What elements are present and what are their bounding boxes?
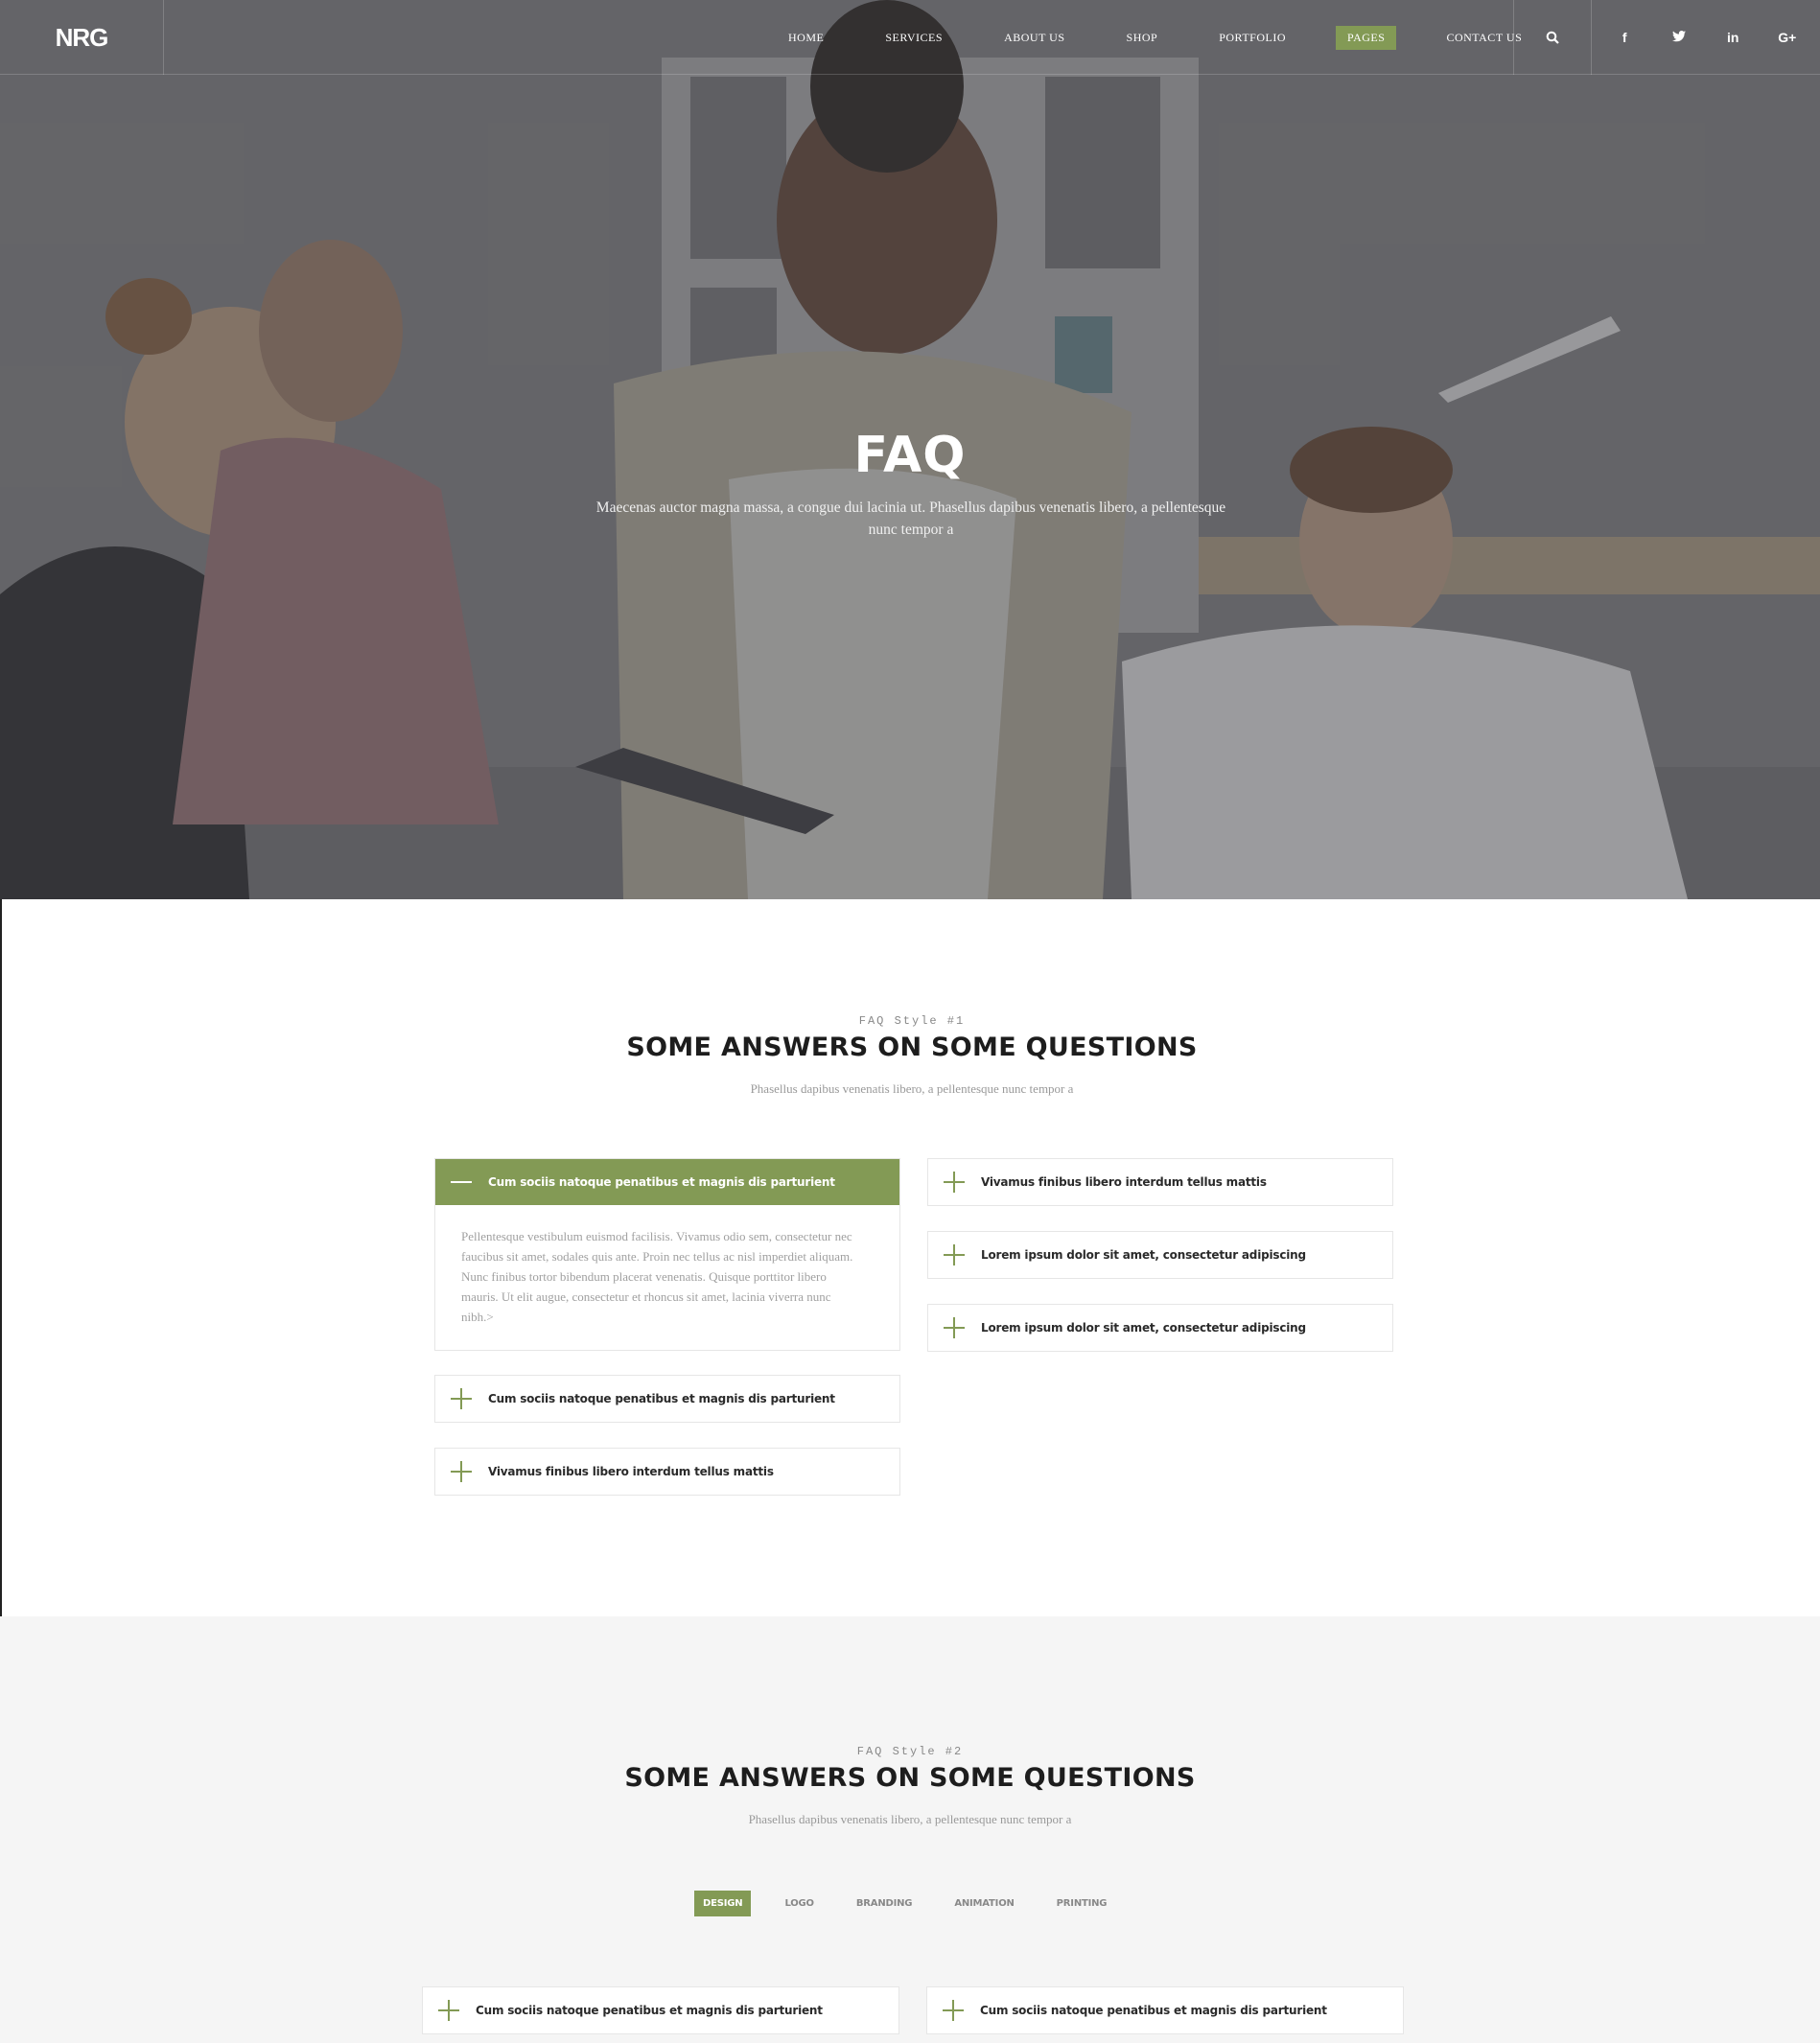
tab-branding[interactable]: BRANDING (848, 1891, 921, 1916)
nav-portfolio[interactable]: PORTFOLIO (1207, 26, 1297, 50)
linkedin-icon[interactable]: in (1714, 30, 1752, 45)
faq-question-header[interactable]: Lorem ipsum dolor sit amet, consectetur … (928, 1305, 1392, 1351)
faq-question-header[interactable]: Vivamus finibus libero interdum tellus m… (928, 1159, 1392, 1205)
nav-services[interactable]: SERVICES (874, 26, 954, 50)
tab-logo[interactable]: LOGO (776, 1891, 822, 1916)
tab-printing[interactable]: PRINTING (1048, 1891, 1116, 1916)
section-kicker: FAQ Style #1 (858, 1014, 966, 1028)
faq-item: Lorem ipsum dolor sit amet, consectetur … (927, 1231, 1393, 1279)
faq-item: Cum sociis natoque penatibus et magnis d… (926, 1986, 1404, 2034)
facebook-icon[interactable]: f (1605, 30, 1644, 45)
faq-question: Vivamus finibus libero interdum tellus m… (981, 1175, 1267, 1189)
plus-icon (944, 1172, 965, 1193)
faq-question-header[interactable]: Cum sociis natoque penatibus et magnis d… (435, 1159, 899, 1205)
search-icon (1546, 31, 1559, 44)
faq-style-2-section: FAQ Style #2 SOME ANSWERS ON SOME QUESTI… (0, 1616, 1820, 2043)
twitter-icon[interactable] (1660, 30, 1698, 45)
faq-item-open: Cum sociis natoque penatibus et magnis d… (434, 1158, 900, 1351)
faq-question: Cum sociis natoque penatibus et magnis d… (980, 2004, 1327, 2017)
faq-item: Vivamus finibus libero interdum tellus m… (927, 1158, 1393, 1206)
faq-question: Lorem ipsum dolor sit amet, consectetur … (981, 1321, 1306, 1335)
faq-question: Lorem ipsum dolor sit amet, consectetur … (981, 1248, 1306, 1262)
tab-design[interactable]: DESIGN (694, 1890, 752, 1916)
faq-question-header[interactable]: Cum sociis natoque penatibus et magnis d… (435, 1376, 899, 1422)
section-subtitle: Phasellus dapibus venenatis libero, a pe… (750, 1081, 1074, 1096)
plus-icon (438, 2000, 459, 2021)
search-button[interactable] (1513, 0, 1592, 75)
plus-icon (943, 2000, 964, 2021)
tab-animation[interactable]: ANIMATION (945, 1891, 1022, 1916)
social-links: f in G+ (1592, 0, 1820, 75)
faq-item: Lorem ipsum dolor sit amet, consectetur … (927, 1304, 1393, 1352)
nav-about-us[interactable]: ABOUT US (992, 26, 1076, 50)
faq-question: Vivamus finibus libero interdum tellus m… (488, 1465, 774, 1478)
faq-question-header[interactable]: Lorem ipsum dolor sit amet, consectetur … (928, 1232, 1392, 1278)
hero-banner: NRG HOME SERVICES ABOUT US SHOP PORTFOLI… (0, 0, 1820, 899)
faq-category-tabs: DESIGN LOGO BRANDING ANIMATION PRINTING (694, 1890, 1140, 1916)
plus-icon (944, 1317, 965, 1338)
faq-question-header[interactable]: Vivamus finibus libero interdum tellus m… (435, 1449, 899, 1495)
faq-question-header[interactable]: Cum sociis natoque penatibus et magnis d… (423, 1987, 898, 2033)
section-subtitle: Phasellus dapibus venenatis libero, a pe… (748, 1812, 1072, 1826)
logo-cell: NRG (0, 0, 164, 75)
faq-answer: Pellentesque vestibulum euismod facilisi… (461, 1229, 853, 1324)
faq-question-header[interactable]: Cum sociis natoque penatibus et magnis d… (927, 1987, 1403, 2033)
faq-item: Cum sociis natoque penatibus et magnis d… (422, 1986, 899, 2034)
page-title: FAQ (853, 427, 967, 484)
faq-item: Vivamus finibus libero interdum tellus m… (434, 1448, 900, 1496)
top-navigation-bar: NRG HOME SERVICES ABOUT US SHOP PORTFOLI… (0, 0, 1820, 75)
google-plus-icon[interactable]: G+ (1768, 30, 1807, 45)
faq-question: Cum sociis natoque penatibus et magnis d… (476, 2004, 823, 2017)
plus-icon (944, 1244, 965, 1265)
faq-item: Cum sociis natoque penatibus et magnis d… (434, 1375, 900, 1423)
faq-style-1-section: FAQ Style #1 SOME ANSWERS ON SOME QUESTI… (0, 899, 1820, 1616)
nav-home[interactable]: HOME (777, 26, 835, 50)
section-heading: SOME ANSWERS ON SOME QUESTIONS (624, 1763, 1196, 1793)
section-heading: SOME ANSWERS ON SOME QUESTIONS (626, 1033, 1198, 1062)
plus-icon (451, 1461, 472, 1482)
nav-shop[interactable]: SHOP (1115, 26, 1170, 50)
faq-question: Cum sociis natoque penatibus et magnis d… (488, 1392, 835, 1405)
main-nav: HOME SERVICES ABOUT US SHOP PORTFOLIO PA… (758, 0, 1552, 75)
minus-icon (451, 1172, 472, 1193)
plus-icon (451, 1388, 472, 1409)
hero-subtitle: Maecenas auctor magna massa, a congue du… (595, 499, 1226, 538)
logo[interactable]: NRG (56, 23, 109, 53)
nav-pages[interactable]: PAGES (1336, 25, 1397, 50)
faq-question: Cum sociis natoque penatibus et magnis d… (488, 1175, 835, 1189)
section-kicker: FAQ Style #2 (856, 1745, 964, 1758)
